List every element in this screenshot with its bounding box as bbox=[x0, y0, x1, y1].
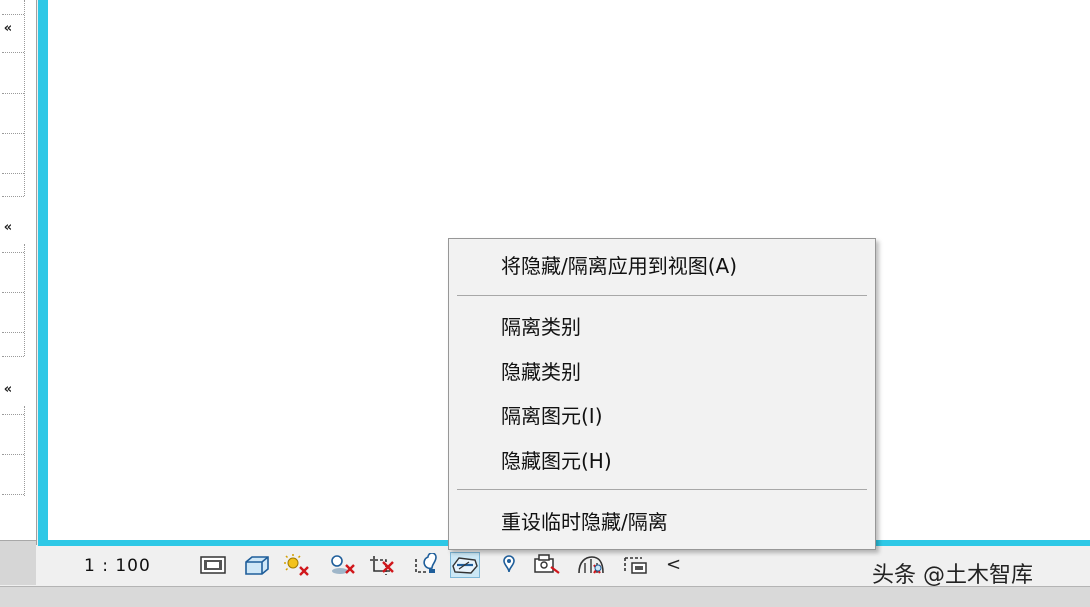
property-grid-line bbox=[24, 244, 25, 356]
menu-item-hide-element[interactable]: 隐藏图元(H) bbox=[449, 444, 875, 478]
property-row bbox=[2, 14, 24, 15]
property-row bbox=[2, 414, 24, 415]
property-row bbox=[2, 454, 24, 455]
property-row bbox=[2, 52, 24, 53]
menu-separator bbox=[457, 295, 867, 296]
temporary-hide-isolate-menu: 将隐藏/隔离应用到视图(A) 隔离类别 隐藏类别 隔离图元(I) 隐藏图元(H)… bbox=[448, 238, 876, 550]
reveal-hidden-elements-icon[interactable] bbox=[494, 552, 524, 578]
property-row bbox=[2, 332, 24, 333]
crop-view-off-icon[interactable] bbox=[368, 552, 398, 578]
properties-panel: « « « bbox=[0, 0, 37, 585]
menu-item-isolate-category[interactable]: 隔离类别 bbox=[449, 310, 875, 344]
property-row bbox=[2, 133, 24, 134]
property-row bbox=[2, 356, 24, 357]
watermark: 头条 @土木智库 bbox=[872, 563, 1033, 588]
detail-level-icon[interactable] bbox=[198, 552, 228, 578]
property-row bbox=[2, 292, 24, 293]
property-row bbox=[2, 252, 24, 253]
menu-item-isolate-element[interactable]: 隔离图元(I) bbox=[449, 399, 875, 433]
property-row bbox=[2, 93, 24, 94]
temporary-view-properties-icon[interactable] bbox=[532, 552, 562, 578]
visual-style-icon[interactable] bbox=[242, 552, 272, 578]
property-grid-line bbox=[24, 0, 25, 196]
view-scale[interactable]: 1 : 100 bbox=[84, 556, 151, 576]
shadows-off-icon[interactable] bbox=[328, 552, 358, 578]
property-row bbox=[2, 173, 24, 174]
property-row bbox=[2, 196, 24, 197]
menu-separator bbox=[457, 489, 867, 490]
property-grid-line bbox=[24, 406, 25, 496]
menu-item-hide-category[interactable]: 隐藏类别 bbox=[449, 355, 875, 389]
sun-path-off-icon[interactable] bbox=[282, 552, 312, 578]
analytical-model-icon[interactable] bbox=[576, 552, 606, 578]
status-bar bbox=[0, 586, 1090, 607]
properties-footer bbox=[0, 540, 36, 585]
menu-item-reset-temporary-hide-isolate[interactable]: 重设临时隐藏/隔离 bbox=[449, 505, 875, 539]
temporary-hide-isolate-icon[interactable] bbox=[450, 552, 480, 578]
collapse-toolbar-icon[interactable]: < bbox=[666, 554, 681, 575]
show-crop-region-icon[interactable] bbox=[412, 552, 442, 578]
highlight-displacement-icon[interactable] bbox=[622, 552, 652, 578]
collapse-group-icon[interactable]: « bbox=[0, 20, 16, 38]
collapse-group-icon[interactable]: « bbox=[0, 381, 16, 399]
collapse-group-icon[interactable]: « bbox=[0, 219, 16, 237]
property-row bbox=[2, 494, 24, 495]
menu-item-apply-hide-isolate-to-view[interactable]: 将隐藏/隔离应用到视图(A) bbox=[449, 249, 875, 283]
